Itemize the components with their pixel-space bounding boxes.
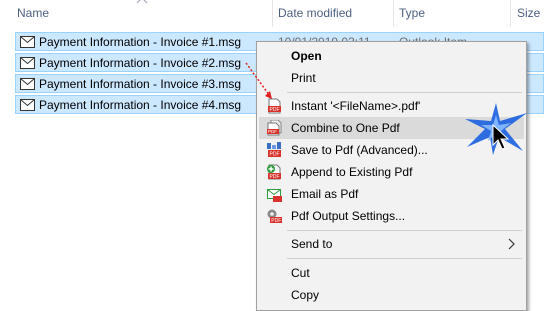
envelope-icon xyxy=(20,36,35,48)
menu-separator xyxy=(287,92,522,93)
column-divider[interactable] xyxy=(272,0,273,27)
append-pdf-icon: PDF xyxy=(267,164,281,180)
sort-ascending-icon xyxy=(136,0,148,4)
column-size[interactable]: Size xyxy=(517,6,540,20)
chevron-right-icon xyxy=(508,238,515,250)
menu-item-label: Instant '<FileName>.pdf' xyxy=(291,99,421,113)
envelope-icon xyxy=(20,99,35,111)
menu-item-label: Print xyxy=(291,71,316,85)
click-highlight-icon xyxy=(465,103,527,155)
context-menu: Open Print PDF Instant '<FileName>.pdf' … xyxy=(256,41,527,311)
menu-item-cut[interactable]: Cut xyxy=(259,262,524,284)
menu-item-label: Append to Existing Pdf xyxy=(291,165,413,179)
menu-item-append-pdf[interactable]: PDF Append to Existing Pdf xyxy=(259,161,524,183)
menu-item-label: Save to Pdf (Advanced)... xyxy=(291,143,428,157)
menu-separator xyxy=(287,230,522,231)
column-date-modified[interactable]: Date modified xyxy=(278,6,352,20)
file-name: Payment Information - Invoice #2.msg xyxy=(39,56,242,70)
envelope-icon xyxy=(20,78,35,90)
column-divider[interactable] xyxy=(393,0,394,27)
instant-pdf-icon: PDF xyxy=(268,98,281,114)
pdf-settings-icon: PDF xyxy=(267,209,282,224)
svg-text:PDF: PDF xyxy=(270,152,280,158)
svg-text:PDF: PDF xyxy=(271,218,281,224)
envelope-icon xyxy=(20,57,35,69)
menu-item-send-to[interactable]: Send to xyxy=(259,233,524,255)
menu-item-label: Combine to One Pdf xyxy=(291,121,400,135)
menu-item-label: Open xyxy=(291,49,322,63)
svg-text:PDF: PDF xyxy=(270,107,280,113)
email-pdf-icon xyxy=(267,189,282,202)
menu-item-label: Pdf Output Settings... xyxy=(291,209,406,223)
svg-text:PDF: PDF xyxy=(270,174,280,180)
menu-item-label: Cut xyxy=(291,266,310,280)
menu-item-output-settings[interactable]: PDF Pdf Output Settings... xyxy=(259,205,524,227)
menu-item-label: Copy xyxy=(291,288,320,302)
menu-item-open[interactable]: Open xyxy=(259,45,524,67)
menu-item-print[interactable]: Print xyxy=(259,67,524,89)
svg-text:PDF: PDF xyxy=(268,129,277,134)
menu-item-label: Email as Pdf xyxy=(291,187,359,201)
save-pdf-advanced-icon: PDF xyxy=(267,142,281,158)
menu-item-email-pdf[interactable]: Email as Pdf xyxy=(259,183,524,205)
file-name: Payment Information - Invoice #3.msg xyxy=(39,77,242,91)
menu-item-copy[interactable]: Copy xyxy=(259,284,524,306)
menu-separator xyxy=(287,258,522,259)
column-header: Name Date modified Type Size xyxy=(0,0,544,27)
column-divider[interactable] xyxy=(510,0,511,27)
column-type[interactable]: Type xyxy=(399,6,425,20)
column-name[interactable]: Name xyxy=(17,6,49,20)
file-name: Payment Information - Invoice #4.msg xyxy=(39,98,242,112)
menu-item-label: Send to xyxy=(291,237,333,251)
file-name: Payment Information - Invoice #1.msg xyxy=(39,35,242,49)
combine-pdf-icon: PDF xyxy=(267,120,282,136)
